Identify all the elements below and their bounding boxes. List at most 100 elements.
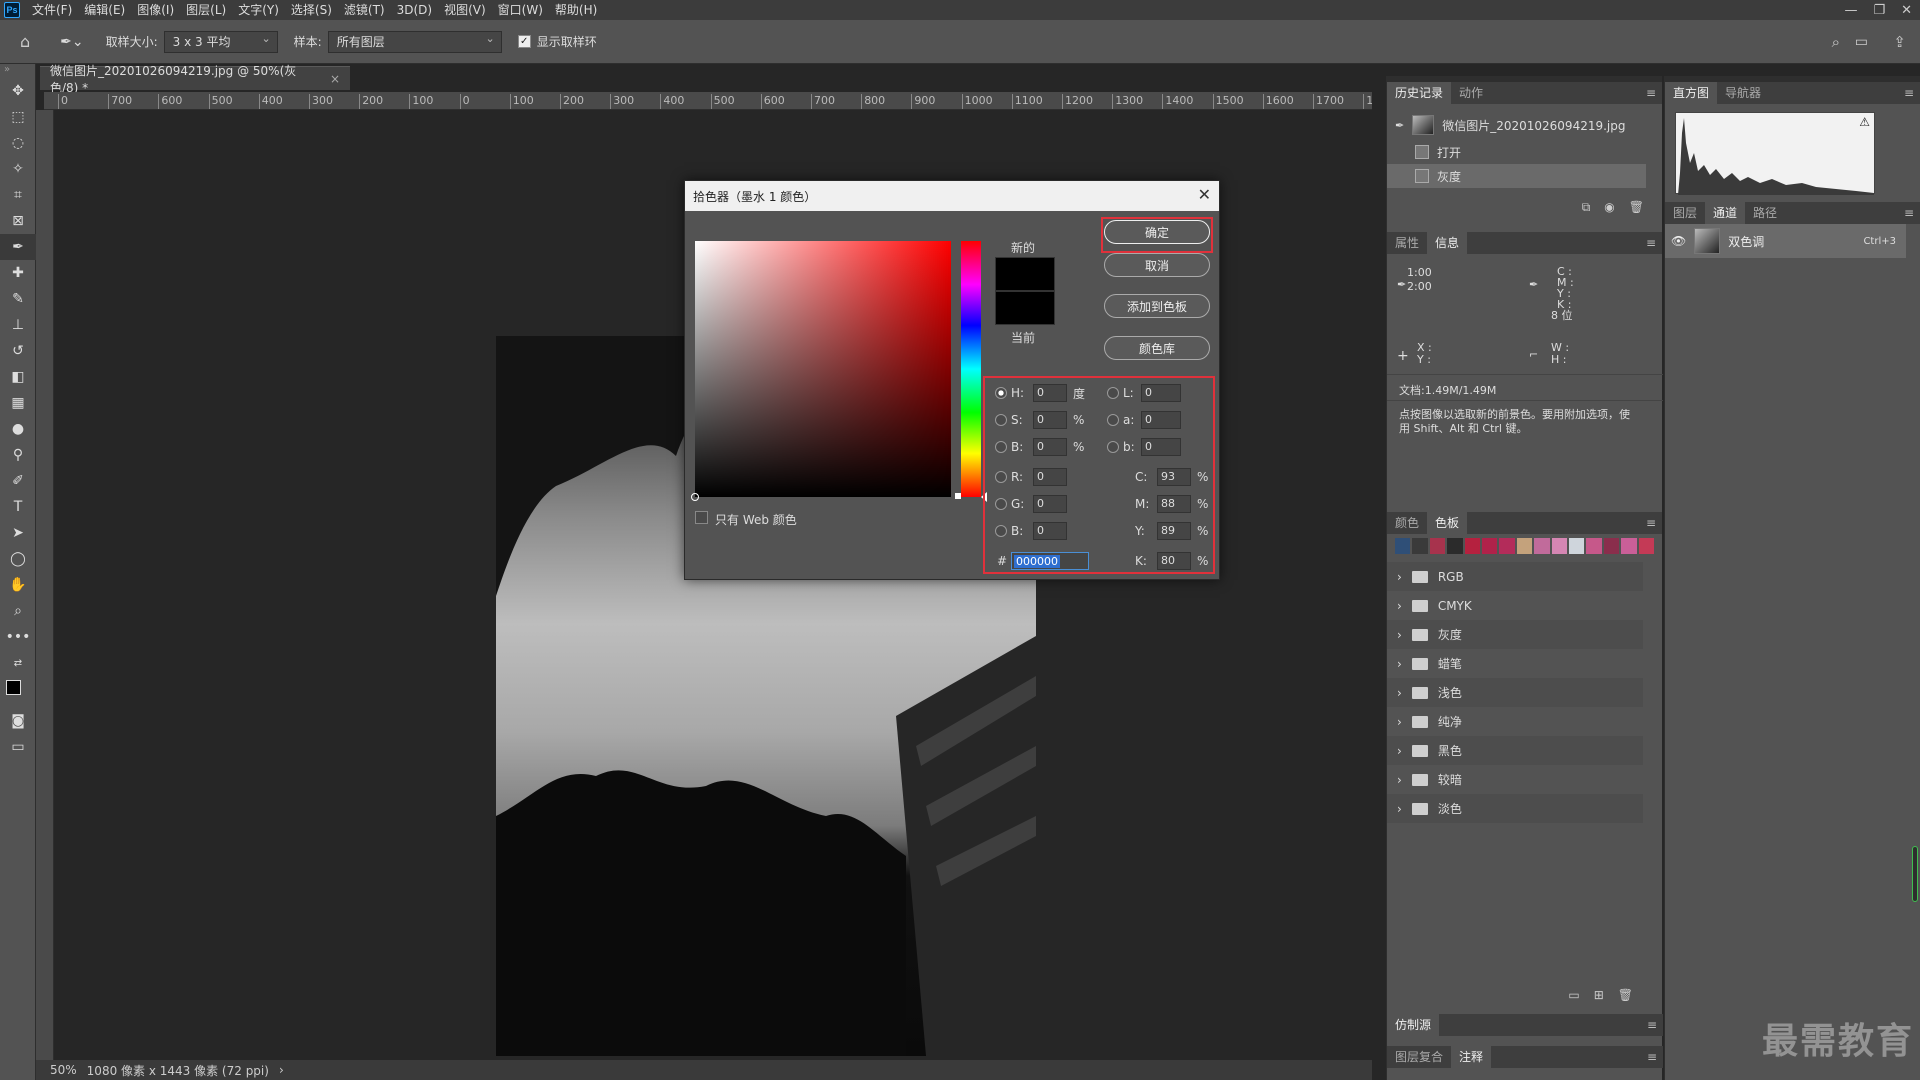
new-document-icon[interactable]: ⧉ [1582, 200, 1591, 220]
chevron-right-icon[interactable]: › [1397, 686, 1402, 700]
swatch-color[interactable] [1569, 538, 1585, 554]
chevron-right-icon[interactable]: › [1397, 599, 1402, 613]
chevron-right-icon[interactable]: › [1397, 802, 1402, 816]
saturation-brightness-field[interactable] [691, 241, 951, 501]
r-radio[interactable] [995, 471, 1007, 483]
trash-icon[interactable]: 🗑 [1629, 200, 1644, 220]
h-input[interactable]: 0 [1033, 384, 1067, 402]
zoom-tool-icon[interactable]: ⌕ [0, 598, 36, 624]
stamp-tool-icon[interactable]: ⊥ [0, 312, 36, 338]
swatch-folder-3[interactable]: › 蜡笔 [1387, 649, 1643, 678]
channel-row[interactable]: 👁 双色调 Ctrl+3 [1665, 224, 1906, 258]
quick-mask-icon[interactable]: ◙ [0, 708, 36, 734]
swatch-color[interactable] [1638, 538, 1655, 554]
c-input[interactable]: 93 [1157, 468, 1191, 486]
ok-button[interactable]: 确定 [1104, 220, 1210, 244]
swatch-folder-1[interactable]: › CMYK [1387, 591, 1643, 620]
menu-type[interactable]: 文字(Y) [232, 0, 285, 20]
m-input[interactable]: 88 [1157, 495, 1191, 513]
tab-paths[interactable]: 路径 [1745, 202, 1785, 224]
share-icon[interactable]: ⇪ [1893, 33, 1906, 51]
menu-select[interactable]: 选择(S) [285, 0, 338, 20]
document-dimensions[interactable]: 1080 像素 x 1443 像素 (72 ppi) [87, 1062, 269, 1079]
type-tool-icon[interactable]: T [0, 494, 36, 520]
history-brush-source-icon[interactable]: ✒ [1395, 119, 1404, 132]
search-icon[interactable]: ⌕ [1832, 33, 1840, 51]
panel-menu-icon[interactable]: ≡ [1646, 232, 1656, 254]
swatch-color[interactable] [1464, 538, 1481, 554]
screen-mode-icon[interactable]: ▭ [0, 734, 36, 760]
a-input[interactable]: 0 [1141, 411, 1181, 429]
healing-brush-tool-icon[interactable]: ✚ [0, 260, 36, 286]
new-swatch-icon[interactable]: ⊞ [1594, 988, 1604, 1008]
panel-menu-icon[interactable]: ≡ [1647, 1046, 1657, 1068]
restore-icon[interactable]: ❐ [1873, 3, 1885, 18]
tab-actions[interactable]: 动作 [1451, 82, 1491, 104]
swatch-color[interactable] [1412, 538, 1428, 554]
swatch-color[interactable] [1429, 538, 1446, 554]
minimize-icon[interactable]: — [1844, 3, 1857, 18]
swatch-folder-2[interactable]: › 灰度 [1387, 620, 1643, 649]
hex-input[interactable]: 000000 [1011, 552, 1089, 570]
tab-layer-comps[interactable]: 图层复合 [1387, 1046, 1451, 1068]
b-radio[interactable] [995, 441, 1007, 453]
eyedropper-tool-icon[interactable]: ✒ [0, 234, 36, 260]
gradient-tool-icon[interactable]: ▦ [0, 390, 36, 416]
r-input[interactable]: 0 [1033, 468, 1067, 486]
chevron-right-icon[interactable]: › [1397, 715, 1402, 729]
swatch-color[interactable] [1551, 538, 1568, 554]
sample-size-select[interactable]: 3 x 3 平均 [163, 30, 278, 53]
h-radio[interactable] [995, 387, 1007, 399]
tab-navigator[interactable]: 导航器 [1717, 82, 1769, 104]
tab-history[interactable]: 历史记录 [1387, 82, 1452, 104]
panel-menu-icon[interactable]: ≡ [1646, 512, 1656, 534]
tab-info[interactable]: 信息 [1427, 232, 1468, 254]
menu-file[interactable]: 文件(F) [26, 0, 78, 20]
g-radio[interactable] [995, 498, 1007, 510]
current-color-swatch[interactable] [995, 291, 1055, 325]
brush-tool-icon[interactable]: ✎ [0, 286, 36, 312]
menu-help[interactable]: 帮助(H) [549, 0, 603, 20]
visibility-eye-icon[interactable]: 👁 [1671, 234, 1686, 248]
menu-edit[interactable]: 编辑(E) [78, 0, 131, 20]
chevron-right-icon[interactable]: › [1397, 657, 1402, 671]
close-icon[interactable]: ✕ [1198, 185, 1211, 204]
zoom-level[interactable]: 50% [50, 1063, 77, 1077]
l-radio[interactable] [1107, 387, 1119, 399]
shape-tool-icon[interactable]: ◯ [0, 546, 36, 572]
swatch-folder-4[interactable]: › 浅色 [1387, 678, 1643, 707]
magic-wand-tool-icon[interactable]: ✧ [0, 156, 36, 182]
swatch-color[interactable] [1482, 538, 1498, 554]
chevron-right-icon[interactable]: › [1397, 570, 1402, 584]
b-input[interactable]: 0 [1033, 438, 1067, 456]
a-radio[interactable] [1107, 414, 1119, 426]
home-icon[interactable]: ⌂ [20, 32, 30, 51]
s-input[interactable]: 0 [1033, 411, 1067, 429]
marquee-tool-icon[interactable]: ⬚ [0, 104, 36, 130]
color-libraries-button[interactable]: 颜色库 [1104, 336, 1210, 360]
menu-window[interactable]: 窗口(W) [492, 0, 549, 20]
status-chevron-icon[interactable]: › [279, 1063, 284, 1077]
document-tab[interactable]: 微信图片_20201026094219.jpg @ 50%(灰色/8) * × [40, 64, 350, 95]
y-input[interactable]: 89 [1157, 522, 1191, 540]
eraser-tool-icon[interactable]: ◧ [0, 364, 36, 390]
swatch-color[interactable] [1516, 538, 1533, 554]
lab-b-radio[interactable] [1107, 441, 1119, 453]
crop-tool-icon[interactable]: ⌗ [0, 182, 36, 208]
menu-image[interactable]: 图像(I) [131, 0, 180, 20]
move-tool-icon[interactable]: ✥ [0, 78, 36, 104]
close-window-icon[interactable]: ✕ [1901, 3, 1912, 18]
frame-tool-icon[interactable]: ⊠ [0, 208, 36, 234]
history-brush-tool-icon[interactable]: ↺ [0, 338, 36, 364]
panel-menu-icon[interactable]: ≡ [1904, 202, 1914, 224]
history-item-grayscale[interactable]: 灰度 [1387, 164, 1646, 188]
pen-tool-icon[interactable]: ✐ [0, 468, 36, 494]
hand-tool-icon[interactable]: ✋ [0, 572, 36, 598]
menu-3d[interactable]: 3D(D) [391, 0, 438, 20]
tab-color[interactable]: 颜色 [1387, 512, 1427, 534]
collapse-icon[interactable]: » [0, 64, 35, 78]
swap-colors-icon[interactable]: ⇄ [0, 650, 36, 676]
swatch-color[interactable] [1395, 538, 1411, 554]
web-colors-checkbox[interactable] [695, 511, 708, 524]
tab-layers[interactable]: 图层 [1665, 202, 1705, 224]
